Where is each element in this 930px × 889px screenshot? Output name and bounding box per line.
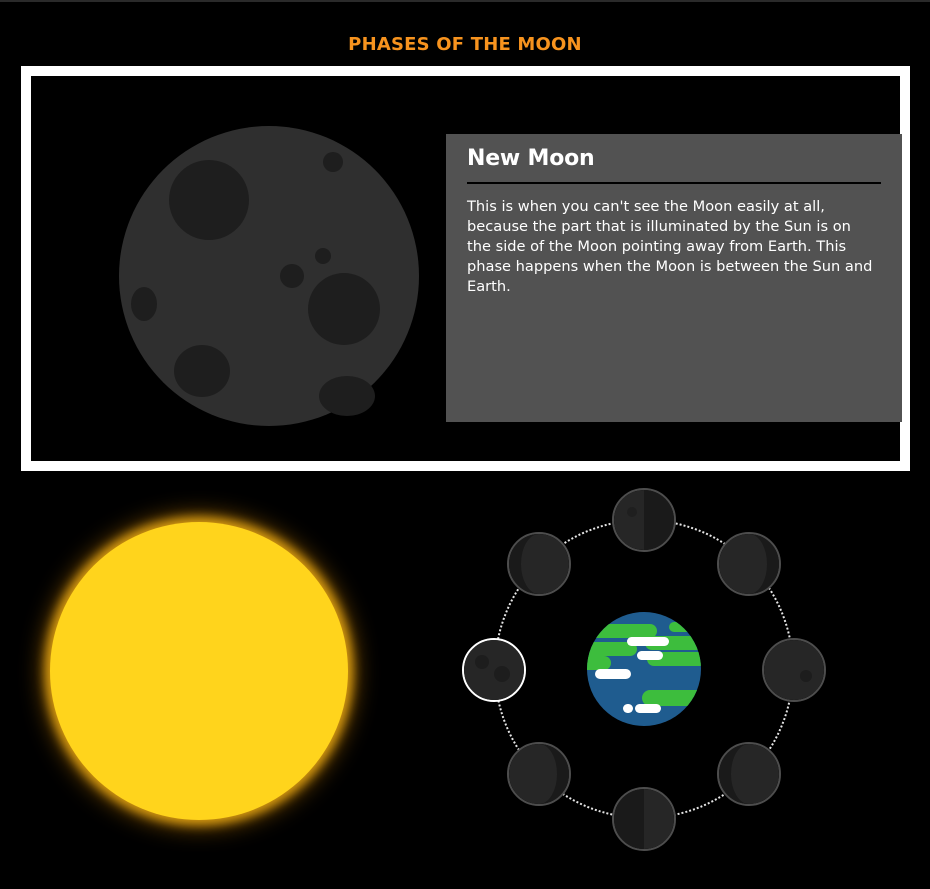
window-top-edge (0, 0, 930, 2)
moon-phase-icon (464, 640, 524, 700)
phase-button-full-moon[interactable] (612, 488, 676, 552)
phase-button-waning-gibbous[interactable] (717, 532, 781, 596)
moon-phase-icon (614, 490, 674, 550)
earth-icon (587, 612, 701, 726)
page-title: PHASES OF THE MOON (348, 34, 582, 55)
phase-description: This is when you can't see the Moon easi… (467, 198, 873, 296)
moon-icon (119, 126, 419, 426)
phase-button-waning-crescent[interactable] (717, 742, 781, 806)
phase-info-panel: New Moon This is when you can't see the … (446, 134, 902, 422)
phase-title: New Moon (467, 146, 595, 171)
sun-icon (50, 522, 348, 820)
phase-button-last-phase-bottom[interactable] (612, 787, 676, 851)
moon-phase-icon (764, 640, 824, 700)
moon-phase-icon (509, 744, 569, 804)
info-divider (467, 182, 881, 185)
moon-phase-icon (719, 534, 779, 594)
phase-button-new-moon[interactable] (462, 638, 526, 702)
phase-button-third-quarter[interactable] (762, 638, 826, 702)
phase-display-frame: New Moon This is when you can't see the … (21, 66, 910, 471)
phase-button-waxing-crescent[interactable] (507, 742, 571, 806)
moon-phase-icon (719, 744, 779, 804)
phase-button-waxing-gibbous[interactable] (507, 532, 571, 596)
moon-phase-icon (614, 789, 674, 849)
moon-phase-icon (509, 534, 569, 594)
moon-orbit-diagram (430, 480, 860, 860)
